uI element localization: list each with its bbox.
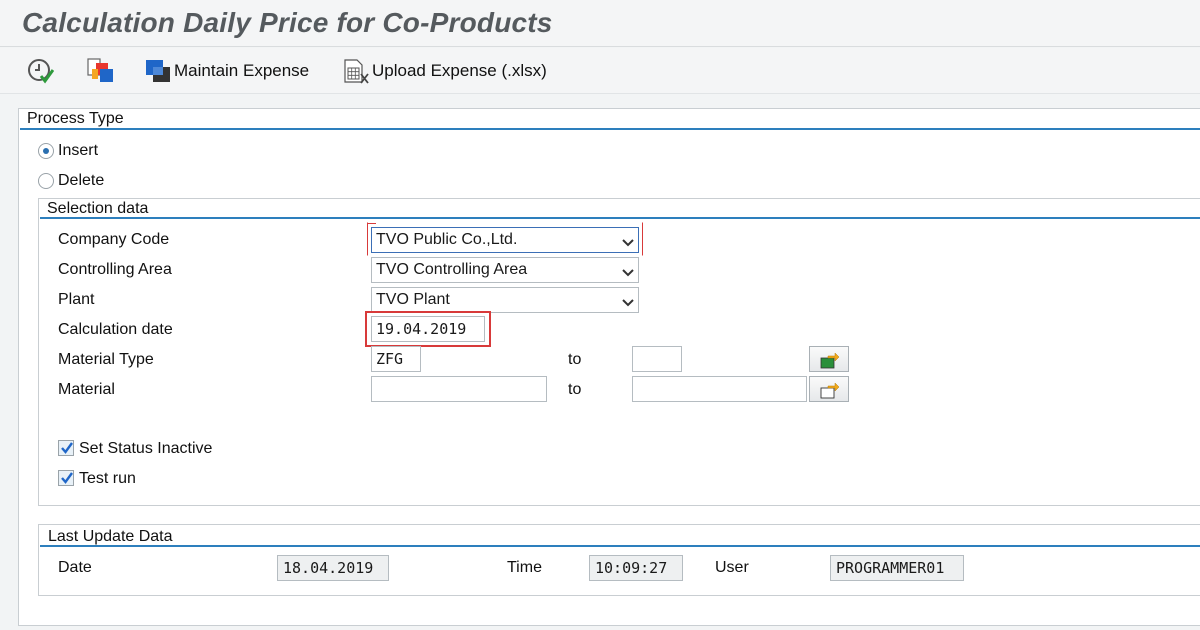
- material-to-label: to: [568, 381, 582, 398]
- toolbar: Maintain Expense Upload Expense (.xlsx): [0, 48, 1200, 94]
- set-status-inactive-checkbox[interactable]: [58, 440, 74, 456]
- chevron-down-icon: [622, 295, 634, 313]
- maintain-expense-label: Maintain Expense: [174, 61, 310, 80]
- execute-button[interactable]: [26, 56, 54, 86]
- checkmark-icon: [61, 442, 73, 454]
- last-update-date-value: 18.04.2019: [277, 555, 389, 581]
- test-run-checkbox[interactable]: [58, 470, 74, 486]
- delete-label: Delete: [58, 172, 105, 189]
- calculation-date-label: Calculation date: [58, 321, 173, 338]
- controlling-area-value: TVO Controlling Area: [376, 261, 528, 278]
- last-update-divider: [40, 545, 1200, 547]
- process-type-title: Process Type: [27, 110, 124, 127]
- execute-clock-check-icon: [26, 57, 54, 85]
- spreadsheet-upload-icon: [342, 57, 370, 85]
- last-update-date-label: Date: [58, 559, 92, 576]
- last-update-time-value: 10:09:27: [589, 555, 683, 581]
- selection-data-divider: [40, 217, 1200, 219]
- controlling-area-label: Controlling Area: [58, 261, 172, 278]
- last-update-user-value: PROGRAMMER01: [830, 555, 964, 581]
- process-type-divider: [20, 128, 1200, 130]
- last-update-user-label: User: [715, 559, 749, 576]
- checkmark-icon: [61, 472, 73, 484]
- maintain-expense-button[interactable]: Maintain Expense: [144, 56, 309, 86]
- chevron-down-icon: [622, 265, 634, 283]
- get-variant-button[interactable]: [86, 56, 116, 86]
- upload-expense-button[interactable]: Upload Expense (.xlsx): [342, 56, 547, 86]
- title-bar: Calculation Daily Price for Co-Products: [0, 0, 1200, 47]
- material-to-input[interactable]: [632, 376, 807, 402]
- upload-expense-label: Upload Expense (.xlsx): [372, 61, 547, 80]
- last-update-title: Last Update Data: [48, 528, 173, 545]
- material-type-to-input[interactable]: [632, 346, 682, 372]
- material-type-multiple-selection-button[interactable]: [809, 346, 849, 372]
- delete-radio[interactable]: [38, 173, 54, 189]
- controlling-area-select[interactable]: TVO Controlling Area: [371, 257, 639, 283]
- last-update-time-label: Time: [507, 559, 542, 576]
- maintain-expense-icon: [144, 58, 172, 84]
- material-label: Material: [58, 381, 115, 398]
- material-multiple-selection-button[interactable]: [809, 376, 849, 402]
- material-from-input[interactable]: [371, 376, 547, 402]
- get-variant-icon: [86, 57, 116, 85]
- chevron-down-icon: [622, 235, 634, 253]
- plant-select[interactable]: TVO Plant: [371, 287, 639, 313]
- calculation-date-input[interactable]: 19.04.2019: [371, 316, 485, 342]
- insert-label: Insert: [58, 142, 99, 159]
- selection-data-title: Selection data: [47, 200, 149, 217]
- company-code-label: Company Code: [58, 231, 170, 248]
- company-code-select[interactable]: TVO Public Co.,Ltd.: [371, 227, 639, 253]
- material-type-label: Material Type: [58, 351, 154, 368]
- material-type-from-input[interactable]: ZFG: [371, 346, 421, 372]
- insert-radio[interactable]: [38, 143, 54, 159]
- plant-label: Plant: [58, 291, 95, 308]
- company-code-value: TVO Public Co.,Ltd.: [376, 231, 518, 248]
- test-run-label: Test run: [79, 470, 136, 487]
- material-type-to-label: to: [568, 351, 582, 368]
- page-title: Calculation Daily Price for Co-Products: [22, 7, 553, 38]
- set-status-inactive-label: Set Status Inactive: [79, 440, 213, 457]
- plant-value: TVO Plant: [376, 291, 450, 308]
